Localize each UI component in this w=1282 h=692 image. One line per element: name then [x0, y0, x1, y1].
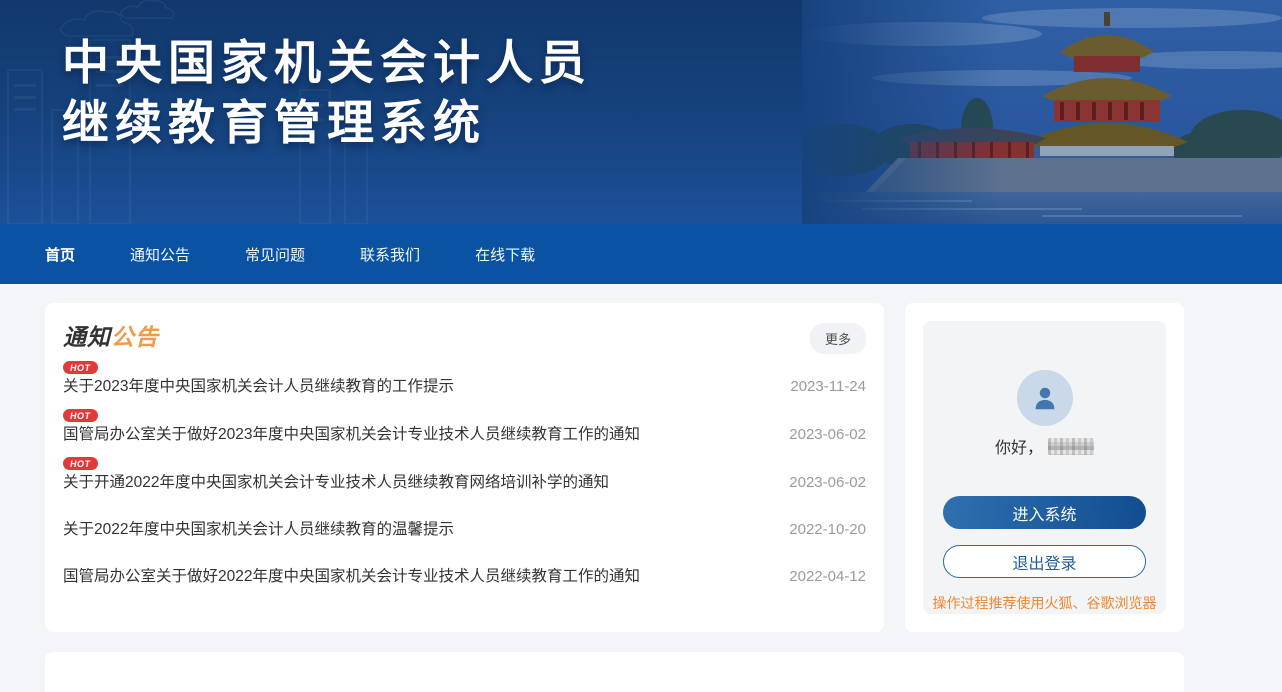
notice-item-left: HOT 关于开通2022年度中央国家机关会计专业技术人员继续教育网络培训补学的通知: [63, 457, 609, 492]
notice-item[interactable]: HOT 关于2023年度中央国家机关会计人员继续教育的工作提示 2023-11-24: [63, 361, 866, 396]
notice-item-date: 2023-06-02: [789, 473, 866, 492]
user-greeting: 你好，: [923, 434, 1166, 458]
hot-badge: HOT: [63, 361, 98, 374]
user-panel: 你好， 进入系统 退出登录 操作过程推荐使用火狐、谷歌浏览器: [923, 321, 1166, 614]
user-avatar: [1017, 370, 1073, 426]
notice-item-date: 2023-11-24: [790, 377, 866, 396]
notice-card-header: 通知公告 更多: [63, 323, 866, 354]
nav-item-2[interactable]: 常见问题: [245, 244, 305, 265]
notice-section-title: 通知公告: [63, 323, 159, 351]
site-banner: 中央国家机关会计人员 继续教育管理系统: [0, 0, 1282, 224]
notice-item-title[interactable]: 关于开通2022年度中央国家机关会计专业技术人员继续教育网络培训补学的通知: [63, 473, 609, 492]
notice-item-date: 2022-10-20: [789, 520, 866, 539]
notice-item-title[interactable]: 国管局办公室关于做好2022年度中央国家机关会计专业技术人员继续教育工作的通知: [63, 567, 640, 586]
person-icon: [1030, 383, 1060, 413]
censored-username: [1048, 438, 1094, 455]
enter-system-button[interactable]: 进入系统: [943, 496, 1146, 529]
main-content: 通知公告 更多 HOT 关于2023年度中央国家机关会计人员继续教育的工作提示 20…: [0, 284, 1282, 663]
notice-item-left: 关于2022年度中央国家机关会计人员继续教育的温馨提示: [63, 520, 454, 539]
notice-item[interactable]: 关于2022年度中央国家机关会计人员继续教育的温馨提示 2022-10-20: [63, 505, 866, 539]
notice-item[interactable]: HOT 国管局办公室关于做好2023年度中央国家机关会计专业技术人员继续教育工作的…: [63, 409, 866, 444]
nav-item-1[interactable]: 通知公告: [130, 244, 190, 265]
notice-item-date: 2023-06-02: [789, 425, 866, 444]
bottom-card-partial: [45, 652, 1184, 692]
logout-button[interactable]: 退出登录: [943, 545, 1146, 578]
greeting-text: 你好，: [995, 434, 1043, 458]
notice-item[interactable]: 国管局办公室关于做好2022年度中央国家机关会计专业技术人员继续教育工作的通知 2…: [63, 552, 866, 586]
site-title: 中央国家机关会计人员 继续教育管理系统: [62, 33, 592, 153]
notice-item-date: 2022-04-12: [789, 567, 866, 586]
more-button[interactable]: 更多: [810, 323, 866, 354]
notice-title-part1: 通知: [63, 324, 111, 350]
notice-item[interactable]: HOT 关于开通2022年度中央国家机关会计专业技术人员继续教育网络培训补学的通知…: [63, 457, 866, 492]
notice-item-left: HOT 国管局办公室关于做好2023年度中央国家机关会计专业技术人员继续教育工作的…: [63, 409, 640, 444]
nav-item-4[interactable]: 在线下载: [475, 244, 535, 265]
banner-photo-corner-tower: [802, 0, 1282, 224]
notice-item-title[interactable]: 国管局办公室关于做好2023年度中央国家机关会计专业技术人员继续教育工作的通知: [63, 425, 640, 444]
notice-item-title[interactable]: 关于2023年度中央国家机关会计人员继续教育的工作提示: [63, 377, 454, 396]
user-card: 你好， 进入系统 退出登录 操作过程推荐使用火狐、谷歌浏览器: [905, 303, 1184, 632]
site-title-line2: 继续教育管理系统: [62, 93, 592, 153]
site-title-line1: 中央国家机关会计人员: [62, 33, 592, 93]
notice-item-left: 国管局办公室关于做好2022年度中央国家机关会计专业技术人员继续教育工作的通知: [63, 567, 640, 586]
notice-item-title[interactable]: 关于2022年度中央国家机关会计人员继续教育的温馨提示: [63, 520, 454, 539]
browser-tip: 操作过程推荐使用火狐、谷歌浏览器: [923, 593, 1166, 613]
nav-item-0[interactable]: 首页: [45, 244, 75, 265]
notice-list: HOT 关于2023年度中央国家机关会计人员继续教育的工作提示 2023-11-24…: [63, 361, 866, 586]
hot-badge: HOT: [63, 457, 98, 470]
main-nav: 首页 通知公告 常见问题 联系我们 在线下载: [0, 224, 1282, 284]
notice-card: 通知公告 更多 HOT 关于2023年度中央国家机关会计人员继续教育的工作提示 20…: [45, 303, 884, 632]
hot-badge: HOT: [63, 409, 98, 422]
notice-title-part2: 公告: [111, 324, 159, 350]
nav-item-3[interactable]: 联系我们: [360, 244, 420, 265]
notice-item-left: HOT 关于2023年度中央国家机关会计人员继续教育的工作提示: [63, 361, 454, 396]
